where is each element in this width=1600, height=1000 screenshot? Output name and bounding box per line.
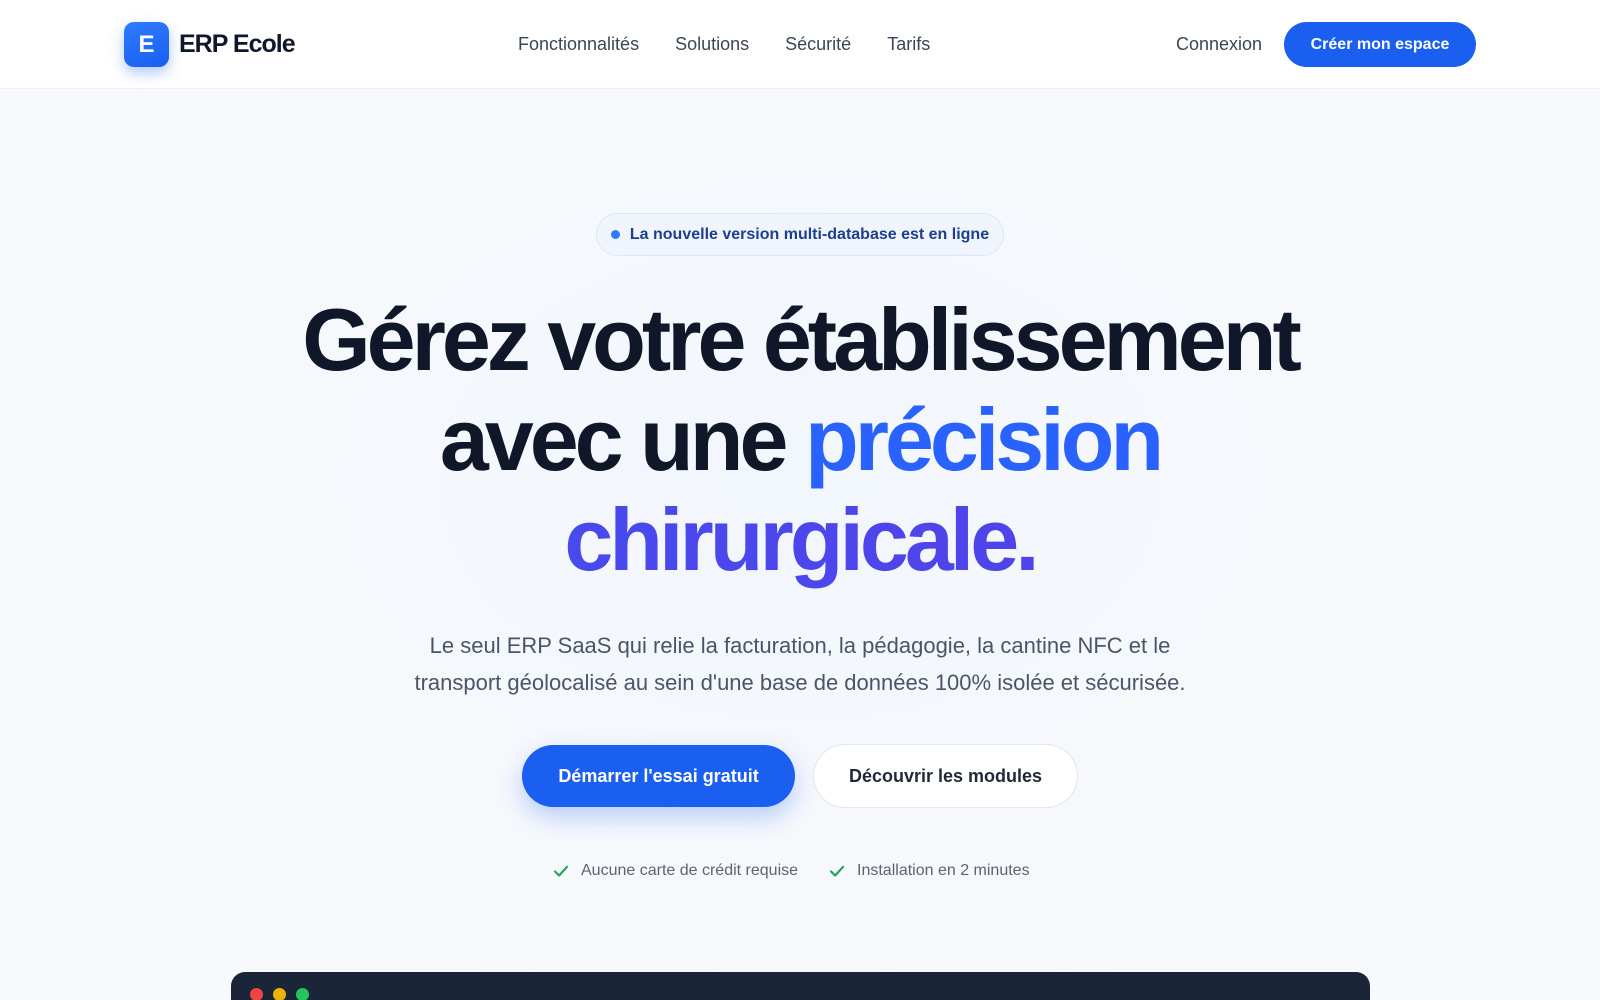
hero-headline: Gérez votre établissement avec une préci… (0, 290, 1600, 590)
headline-line-1: Gérez votre établissement (302, 290, 1302, 389)
create-space-button[interactable]: Créer mon espace (1284, 22, 1476, 67)
announcement-badge[interactable]: La nouvelle version multi-database est e… (596, 213, 1004, 256)
brand-logo[interactable]: E ERP Ecole (124, 22, 296, 67)
reassurance-item: Aucune carte de crédit requise (552, 862, 798, 880)
top-navbar: E ERP Ecole Fonctionnalités Solutions Sé… (0, 0, 1600, 89)
headline-accent-precision: précision (804, 390, 1164, 489)
reassurance-item: Installation en 2 minutes (828, 862, 1030, 880)
main-nav: Fonctionnalités Solutions Sécurité Tarif… (518, 33, 966, 55)
subtitle-line-1: Le seul ERP SaaS qui relie la facturatio… (429, 633, 1171, 658)
start-trial-button[interactable]: Démarrer l'essai gratuit (522, 745, 795, 807)
reassurance-text: Installation en 2 minutes (857, 862, 1030, 879)
close-dot-icon (250, 988, 263, 1000)
app-preview-window (231, 972, 1370, 1000)
nav-link-features[interactable]: Fonctionnalités (518, 33, 639, 55)
check-icon (829, 865, 845, 877)
logo-mark-icon: E (124, 22, 169, 67)
subtitle-line-2: transport géolocalisé au sein d'une base… (414, 670, 1186, 695)
status-dot-icon (610, 230, 620, 239)
nav-link-pricing[interactable]: Tarifs (887, 33, 930, 55)
discover-modules-button[interactable]: Découvrir les modules (813, 744, 1078, 808)
headline-line-2: avec une précision (0, 390, 1600, 490)
reassurance-list: Aucune carte de crédit requise Installat… (552, 862, 1060, 880)
reassurance-text: Aucune carte de crédit requise (581, 862, 799, 879)
headline-plain-text: avec une (439, 390, 805, 489)
maximize-dot-icon (296, 988, 309, 1000)
check-icon (553, 865, 569, 877)
nav-link-security[interactable]: Sécurité (785, 33, 851, 55)
landing-page: E ERP Ecole Fonctionnalités Solutions Sé… (0, 0, 1600, 1000)
login-link[interactable]: Connexion (1176, 33, 1262, 55)
announcement-text: La nouvelle version multi-database est e… (629, 225, 990, 243)
headline-accent-chirurgicale: chirurgicale. (0, 490, 1600, 590)
minimize-dot-icon (273, 988, 286, 1000)
brand-name: ERP Ecole (179, 30, 296, 58)
nav-link-solutions[interactable]: Solutions (675, 33, 749, 55)
hero-subtitle: Le seul ERP SaaS qui relie la facturatio… (0, 627, 1600, 701)
